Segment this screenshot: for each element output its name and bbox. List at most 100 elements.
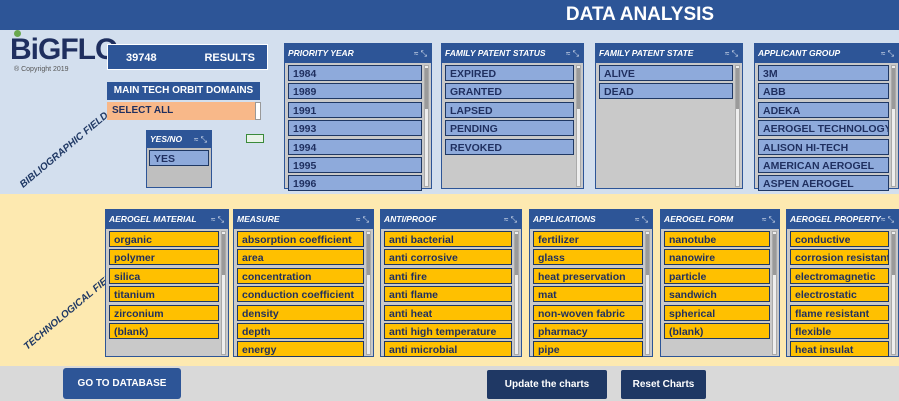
scrollbar-thumb[interactable] — [736, 68, 739, 109]
tech-1-scrollbar[interactable] — [221, 231, 226, 355]
tech-5-slicer-item[interactable]: sandwich — [664, 286, 770, 303]
tech-5-slicer-item[interactable]: nanowire — [664, 249, 770, 266]
tech-2-scrollbar[interactable] — [366, 231, 371, 355]
tech-5-slicer-item[interactable]: spherical — [664, 304, 770, 321]
select-dropdown-handle[interactable] — [255, 102, 261, 120]
tech-2-slicer-item[interactable]: area — [237, 249, 364, 266]
tech-3-slicer-item[interactable]: anti corrosive — [384, 249, 512, 266]
tech-3-slicer-item[interactable]: anti microbial — [384, 341, 512, 358]
bib-2-slicer-item[interactable]: PENDING — [445, 120, 574, 137]
bib-1-slicer-item[interactable]: 1991 — [288, 101, 422, 118]
scrollbar-thumb[interactable] — [577, 68, 580, 109]
bib-1-slicer-item[interactable]: 1994 — [288, 138, 422, 155]
bib-4-slicer-item[interactable]: ASPEN AEROGEL — [758, 175, 889, 192]
tech-4-slicer-item[interactable]: mat — [533, 286, 643, 303]
scrollbar-thumb[interactable] — [515, 234, 518, 275]
bib-1-slicer-item[interactable]: 1996 — [288, 175, 422, 192]
bib-4-slicer-item[interactable]: ADEKA — [758, 101, 889, 118]
go-to-database-button[interactable]: GO TO DATABASE — [63, 368, 181, 399]
scrollbar-thumb[interactable] — [773, 234, 776, 275]
tech-2-slicer-item[interactable]: conduction coefficient — [237, 286, 364, 303]
tech-5-slicer-item[interactable]: nanotube — [664, 231, 770, 247]
tech-4-slicer-item[interactable]: heat preservation — [533, 267, 643, 284]
tech-3-slicer-item[interactable]: anti heat — [384, 304, 512, 321]
tech-5-slicer-item[interactable]: particle — [664, 267, 770, 284]
filter-clear-icon[interactable]: ≈ ⤡ — [504, 210, 517, 229]
scrollbar-thumb[interactable] — [222, 234, 225, 275]
tech-4-slicer-item[interactable]: non-woven fabric — [533, 304, 643, 321]
tech-6-slicer-item[interactable]: heat insulat — [790, 341, 889, 358]
bib-1-slicer-item[interactable]: 1984 — [288, 65, 422, 81]
bib-4-slicer-item[interactable]: ABB — [758, 83, 889, 100]
tech-5-scrollbar[interactable] — [772, 231, 777, 355]
bib-2-slicer-item[interactable]: LAPSED — [445, 101, 574, 118]
tech-1-slicer-item[interactable]: organic — [109, 231, 219, 247]
bib-2-slicer-item[interactable]: GRANTED — [445, 83, 574, 100]
bib-4-slicer-item[interactable]: AEROGEL TECHNOLOGY — [758, 120, 889, 137]
bib-4-scrollbar[interactable] — [891, 65, 896, 187]
tech-1-slicer-item[interactable]: titanium — [109, 286, 219, 303]
reset-charts-button[interactable]: Reset Charts — [621, 370, 706, 399]
bib-1-slicer-item[interactable]: 1989 — [288, 83, 422, 100]
bib-2-scrollbar[interactable] — [576, 65, 581, 187]
tech-2-slicer-item[interactable]: density — [237, 304, 364, 321]
tech-6-slicer-item[interactable]: conductive — [790, 231, 889, 247]
tech-4-slicer-item[interactable]: glass — [533, 249, 643, 266]
tech-6-scrollbar[interactable] — [891, 231, 896, 355]
filter-clear-icon[interactable]: ≈ ⤡ — [762, 210, 775, 229]
tech-6-slicer-item[interactable]: electrostatic — [790, 286, 889, 303]
tech-6-slicer-item[interactable]: electromagnetic — [790, 267, 889, 284]
tech-2-slicer-item[interactable]: energy — [237, 341, 364, 358]
bib-4-slicer-item[interactable]: 3M — [758, 65, 889, 81]
bib-3-slicer-item[interactable]: ALIVE — [599, 65, 733, 81]
bib-1-slicer-item[interactable]: 1993 — [288, 120, 422, 137]
bib-2-slicer-item[interactable]: EXPIRED — [445, 65, 574, 81]
tech-2-slicer-item[interactable]: concentration — [237, 267, 364, 284]
yes-no-item[interactable]: YES — [149, 150, 209, 166]
tech-5-slicer-item[interactable]: (blank) — [664, 323, 770, 339]
filter-clear-icon[interactable]: ≈ ⤡ — [356, 210, 369, 229]
tech-2-slicer-item[interactable]: depth — [237, 323, 364, 339]
bib-3-slicer: FAMILY PATENT STATE ≈ ⤡ ALIVE DEAD — [595, 43, 743, 189]
filter-clear-icon[interactable]: ≈ ⤡ — [881, 210, 894, 229]
toggle-icon[interactable] — [246, 134, 264, 143]
filter-clear-icon[interactable]: ≈ ⤡ — [414, 44, 427, 63]
bib-4-slicer-item[interactable]: AMERICAN AEROGEL — [758, 157, 889, 173]
tech-1-slicer-item[interactable]: silica — [109, 267, 219, 284]
tech-6-slicer-item[interactable]: flame resistant — [790, 304, 889, 321]
scrollbar-thumb[interactable] — [892, 234, 895, 275]
filter-clear-icon[interactable]: ≈ ⤡ — [194, 131, 207, 148]
filter-clear-icon[interactable]: ≈ ⤡ — [566, 44, 579, 63]
tech-1-slicer-item[interactable]: zirconium — [109, 304, 219, 321]
bib-3-slicer-item[interactable]: DEAD — [599, 83, 733, 100]
filter-clear-icon[interactable]: ≈ ⤡ — [725, 44, 738, 63]
update-charts-button[interactable]: Update the charts — [487, 370, 607, 399]
bib-1-slicer-item[interactable]: 1995 — [288, 157, 422, 173]
bib-3-scrollbar[interactable] — [735, 65, 740, 187]
scrollbar-thumb[interactable] — [367, 234, 370, 275]
tech-4-slicer-item[interactable]: pharmacy — [533, 323, 643, 339]
scrollbar-thumb[interactable] — [646, 234, 649, 275]
tech-4-slicer-item[interactable]: fertilizer — [533, 231, 643, 247]
tech-4-scrollbar[interactable] — [645, 231, 650, 355]
tech-3-slicer-item[interactable]: anti fire — [384, 267, 512, 284]
tech-3-slicer-item[interactable]: anti flame — [384, 286, 512, 303]
tech-3-slicer-item[interactable]: anti high temperature — [384, 323, 512, 339]
bib-4-slicer-item[interactable]: ALISON HI-TECH — [758, 138, 889, 155]
tech-2-slicer-item[interactable]: absorption coefficient — [237, 231, 364, 247]
tech-3-scrollbar[interactable] — [514, 231, 519, 355]
bib-2-slicer-item[interactable]: REVOKED — [445, 138, 574, 155]
filter-clear-icon[interactable]: ≈ ⤡ — [881, 44, 894, 63]
tech-1-slicer-item[interactable]: (blank) — [109, 323, 219, 339]
tech-6-slicer-item[interactable]: corrosion resistant — [790, 249, 889, 266]
filter-clear-icon[interactable]: ≈ ⤡ — [211, 210, 224, 229]
tech-1-slicer-item[interactable]: polymer — [109, 249, 219, 266]
scrollbar-thumb[interactable] — [425, 68, 428, 109]
tech-4-slicer-item[interactable]: pipe — [533, 341, 643, 358]
main-tech-select[interactable]: SELECT ALL — [107, 102, 260, 120]
tech-3-slicer-item[interactable]: anti bacterial — [384, 231, 512, 247]
filter-clear-icon[interactable]: ≈ ⤡ — [635, 210, 648, 229]
tech-6-slicer-item[interactable]: flexible — [790, 323, 889, 339]
scrollbar-thumb[interactable] — [892, 68, 895, 109]
bib-1-scrollbar[interactable] — [424, 65, 429, 187]
